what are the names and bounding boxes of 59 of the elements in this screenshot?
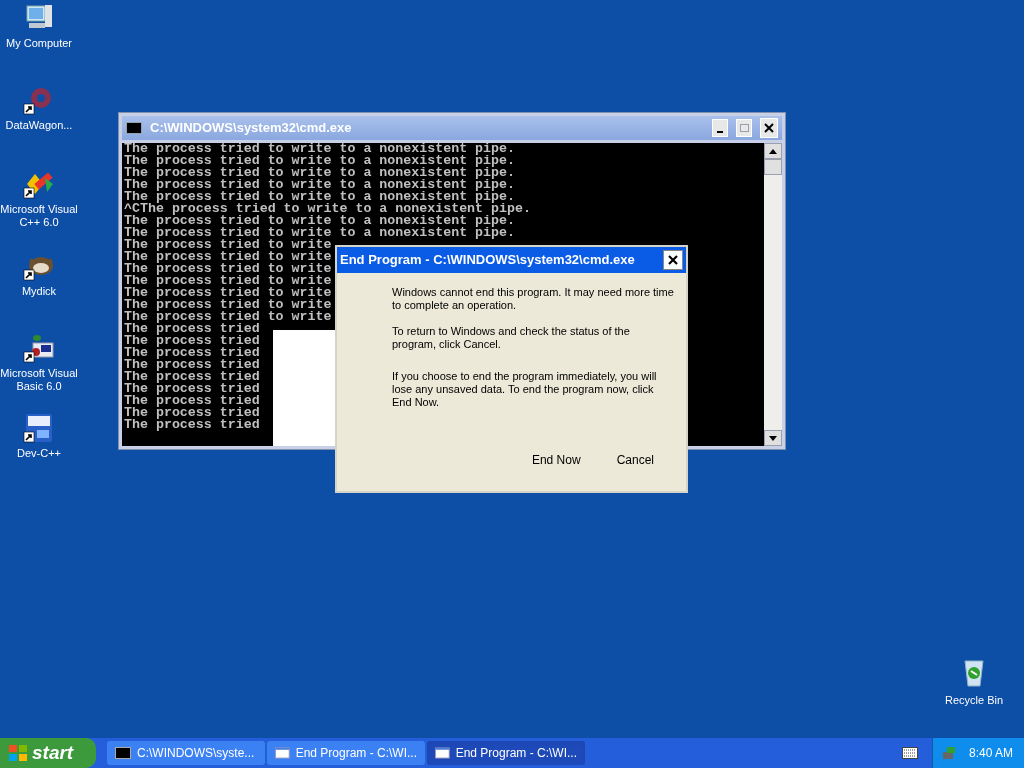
scrollbar[interactable] (764, 143, 782, 446)
console-line: The process tried to write (124, 275, 332, 287)
console-line: The process tried (124, 371, 260, 383)
dialog-message: Windows cannot end this program. It may need more time to complete an operation. (392, 286, 674, 312)
console-icon (126, 122, 142, 134)
window-icon (435, 747, 450, 759)
icon-label: DataWagon... (5, 119, 73, 132)
console-line: The process tried (124, 359, 260, 371)
scroll-down-button[interactable] (764, 430, 782, 446)
window-icon (275, 747, 290, 759)
console-line: The process tried to write to a nonexistent pipe. (124, 215, 515, 227)
icon-label: Microsoft Visual C++ 6.0 (0, 203, 78, 229)
console-line: The process tried (124, 335, 260, 347)
console-icon (115, 747, 131, 759)
dialog-message: To return to Windows and check the status of the program, click Cancel. (392, 325, 631, 351)
console-line: The process tried to write (124, 251, 332, 263)
clock: 8:40 AM (969, 745, 1014, 762)
console-line: The process tried to write to a nonexistent pipe. (124, 179, 515, 191)
windows-flag-icon (8, 743, 28, 763)
console-line: The process tried to write to a nonexistent pipe. (124, 167, 515, 179)
console-line: The process tried to write (124, 239, 332, 251)
console-line: ^CThe process tried to write to a nonexistent pipe. (124, 203, 531, 215)
close-button[interactable] (663, 250, 683, 270)
maximize-button[interactable] (736, 119, 752, 137)
console-line: The process tried to write to a nonexistent pipe. (124, 155, 515, 167)
dialog-message: If you choose to end the program immediately, you will lose any unsaved data. To end the program now, click End Now. (392, 370, 658, 409)
console-line: The process tried (124, 347, 260, 359)
console-line: The process tried (124, 419, 260, 431)
keyboard-icon[interactable] (902, 747, 918, 759)
icon-label: Microsoft Visual Basic 6.0 (0, 367, 78, 393)
start-button[interactable]: start (0, 738, 96, 768)
console-line: The process tried to write (124, 311, 332, 323)
icon-label: Dev-C++ (17, 447, 61, 460)
taskbar-button[interactable]: End Program - C:\WI... (427, 741, 585, 765)
dialog-title: End Program - C:\WINDOWS\system32\cmd.exe (340, 251, 636, 270)
dialog-button[interactable]: End Now (523, 447, 589, 473)
icon-label: Recycle Bin (944, 693, 1004, 708)
console-line: The process tried to write (124, 287, 332, 299)
window-title: C:\WINDOWS\system32\cmd.exe (150, 119, 353, 138)
dialog-button[interactable]: Cancel (608, 447, 662, 473)
taskbar-button[interactable]: C:\WINDOWS\syste... (107, 741, 265, 765)
up-arrow-icon (769, 148, 777, 154)
console-line: The process tried to write (124, 299, 332, 311)
console-line: The process tried to write to a nonexistent pipe. (124, 227, 515, 239)
console-line: The process tried (124, 323, 260, 335)
console-line: The process tried to write to a nonexistent pipe. (124, 143, 515, 155)
minimize-button[interactable] (712, 119, 728, 137)
down-arrow-icon (769, 435, 777, 441)
console-line: The process tried to write (124, 263, 332, 275)
console-line: The process tried (124, 395, 260, 407)
icon-label: My Computer (6, 37, 72, 50)
console-line: The process tried (124, 383, 260, 395)
scroll-up-button[interactable] (764, 143, 782, 159)
icon-label: Mydick (21, 285, 57, 298)
console-line: The process tried to write to a nonexistent pipe. (124, 191, 515, 203)
taskbar-button[interactable]: End Program - C:\WI... (267, 741, 425, 765)
console-line: The process tried (124, 407, 260, 419)
start-label: start (32, 740, 74, 765)
scroll-thumb[interactable] (764, 159, 782, 175)
